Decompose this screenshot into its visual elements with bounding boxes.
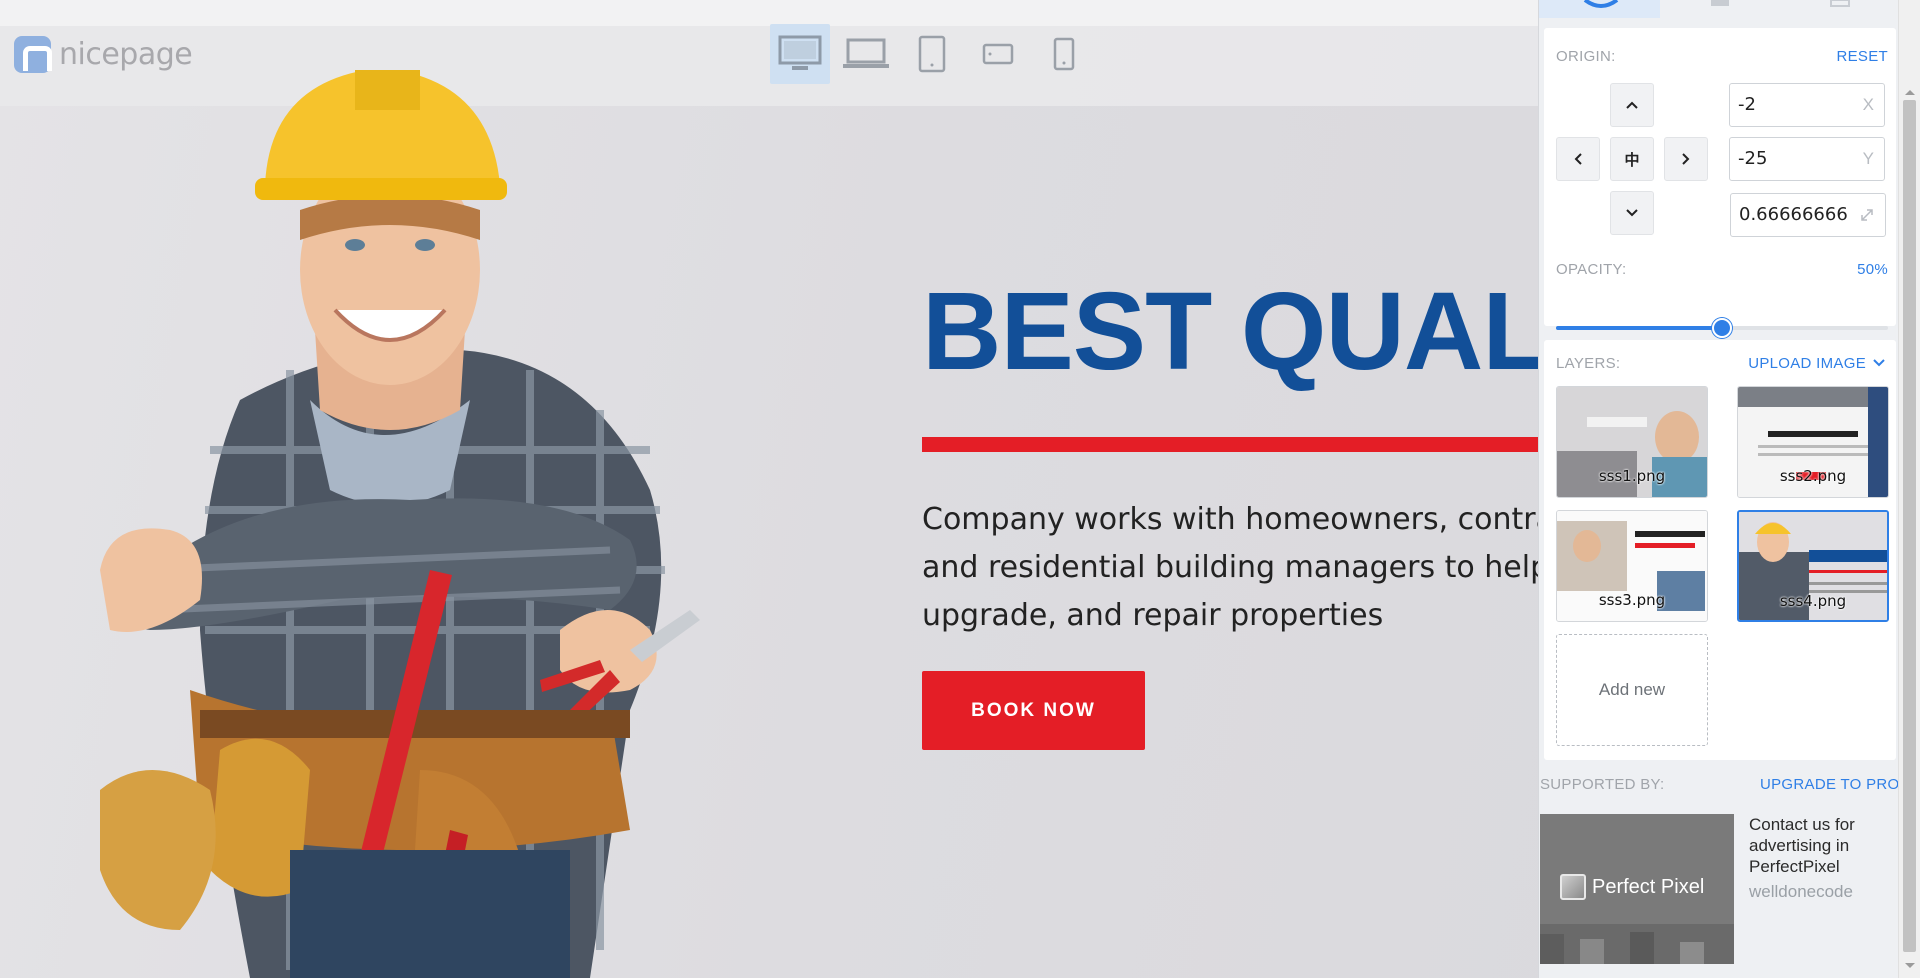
opacity-label: OPACITY: (1556, 261, 1627, 278)
scrollbar-thumb[interactable] (1903, 100, 1916, 952)
opacity-slider-fill (1556, 326, 1722, 330)
center-button[interactable]: 中 (1610, 137, 1654, 181)
move-left-button[interactable] (1556, 137, 1600, 181)
tablet-icon (918, 35, 946, 73)
ad-brand: Perfect Pixel (1560, 874, 1704, 900)
perfectpixel-ad-banner[interactable]: Perfect Pixel (1540, 814, 1734, 964)
chevron-left-icon (1574, 153, 1582, 165)
resize-icon (1861, 209, 1873, 221)
upload-image-button[interactable]: UPLOAD IMAGE (1748, 355, 1866, 372)
nicepage-logo[interactable]: nicepage (14, 36, 193, 73)
page-scrollbar[interactable] (1898, 0, 1920, 978)
device-phone-button[interactable] (1034, 24, 1094, 84)
worker-photo (100, 70, 700, 978)
layers-label: LAYERS: (1556, 355, 1621, 372)
hero-description: Company works with homeowners, contract … (922, 502, 1588, 633)
layers-tab-icon (1710, 0, 1729, 6)
center-icon: 中 (1624, 150, 1640, 169)
layer-thumb-3[interactable]: sss3.png (1556, 510, 1708, 622)
tablet-landscape-icon (982, 43, 1014, 65)
chevron-up-icon (1626, 101, 1638, 109)
hero-divider-line (922, 437, 1562, 452)
layer-thumb-4[interactable]: sss4.png (1737, 510, 1889, 622)
tab-overlay[interactable] (1539, 0, 1660, 18)
opacity-slider[interactable] (1556, 318, 1888, 338)
device-tablet-button[interactable] (902, 24, 962, 84)
y-offset-field: Y (1729, 137, 1885, 181)
perfectpixel-logo-icon (1560, 874, 1586, 900)
panel-tabs (1539, 0, 1901, 18)
phone-icon (1053, 37, 1075, 71)
desktop-icon (778, 35, 822, 70)
logo-text: nicepage (59, 37, 193, 72)
scroll-down-arrow-icon[interactable] (1904, 962, 1916, 970)
scroll-up-arrow-icon[interactable] (1904, 88, 1916, 96)
chevron-right-icon (1682, 153, 1690, 165)
move-up-button[interactable] (1610, 83, 1654, 127)
layer-filename: sss4.png (1779, 592, 1847, 610)
x-suffix: X (1862, 95, 1874, 114)
add-new-layer-button[interactable]: Add new (1556, 634, 1708, 746)
y-suffix: Y (1862, 149, 1874, 168)
tab-settings[interactable] (1780, 0, 1901, 18)
ad-text[interactable]: Contact us for advertising in PerfectPix… (1749, 814, 1899, 877)
supported-by-label: SUPPORTED BY: (1540, 776, 1665, 793)
x-offset-input[interactable] (1738, 94, 1858, 115)
nicepage-logo-icon (14, 36, 52, 73)
upload-chevron-down-icon[interactable] (1872, 358, 1886, 368)
scale-input[interactable] (1739, 204, 1859, 225)
layer-thumb-2[interactable]: sss2.png (1737, 386, 1889, 498)
upgrade-to-pro-link[interactable]: UPGRADE TO PRO (1760, 776, 1900, 793)
settings-tab-icon (1830, 0, 1851, 7)
origin-card: ORIGIN: RESET 中 X Y (1544, 28, 1896, 338)
opacity-slider-thumb[interactable] (1712, 318, 1732, 338)
x-offset-field: X (1729, 83, 1885, 127)
opacity-value: 50% (1857, 261, 1888, 278)
reset-button[interactable]: RESET (1836, 48, 1888, 65)
scale-field (1730, 193, 1886, 237)
origin-label: ORIGIN: (1556, 48, 1616, 65)
layer-filename: sss1.png (1598, 467, 1666, 485)
overlay-tab-icon (1583, 0, 1619, 8)
laptop-icon (843, 38, 889, 68)
layer-filename: sss3.png (1598, 591, 1666, 609)
move-right-button[interactable] (1664, 137, 1708, 181)
chevron-down-icon (1626, 209, 1638, 217)
move-down-button[interactable] (1610, 191, 1654, 235)
book-now-button[interactable]: BOOK NOW (922, 671, 1145, 750)
layers-card: LAYERS: UPLOAD IMAGE sss1.png sss2.png s… (1544, 340, 1896, 760)
layer-filename: sss2.png (1779, 467, 1847, 485)
hero-title: BEST QUALIT (922, 270, 1645, 393)
ad-sponsor[interactable]: welldonecode (1749, 882, 1853, 902)
layer-thumb-1[interactable]: sss1.png (1556, 386, 1708, 498)
y-offset-input[interactable] (1738, 148, 1858, 169)
tab-layers[interactable] (1660, 0, 1781, 18)
ad-brand-text: Perfect Pixel (1592, 875, 1705, 898)
device-tablet-landscape-button[interactable] (968, 24, 1028, 84)
